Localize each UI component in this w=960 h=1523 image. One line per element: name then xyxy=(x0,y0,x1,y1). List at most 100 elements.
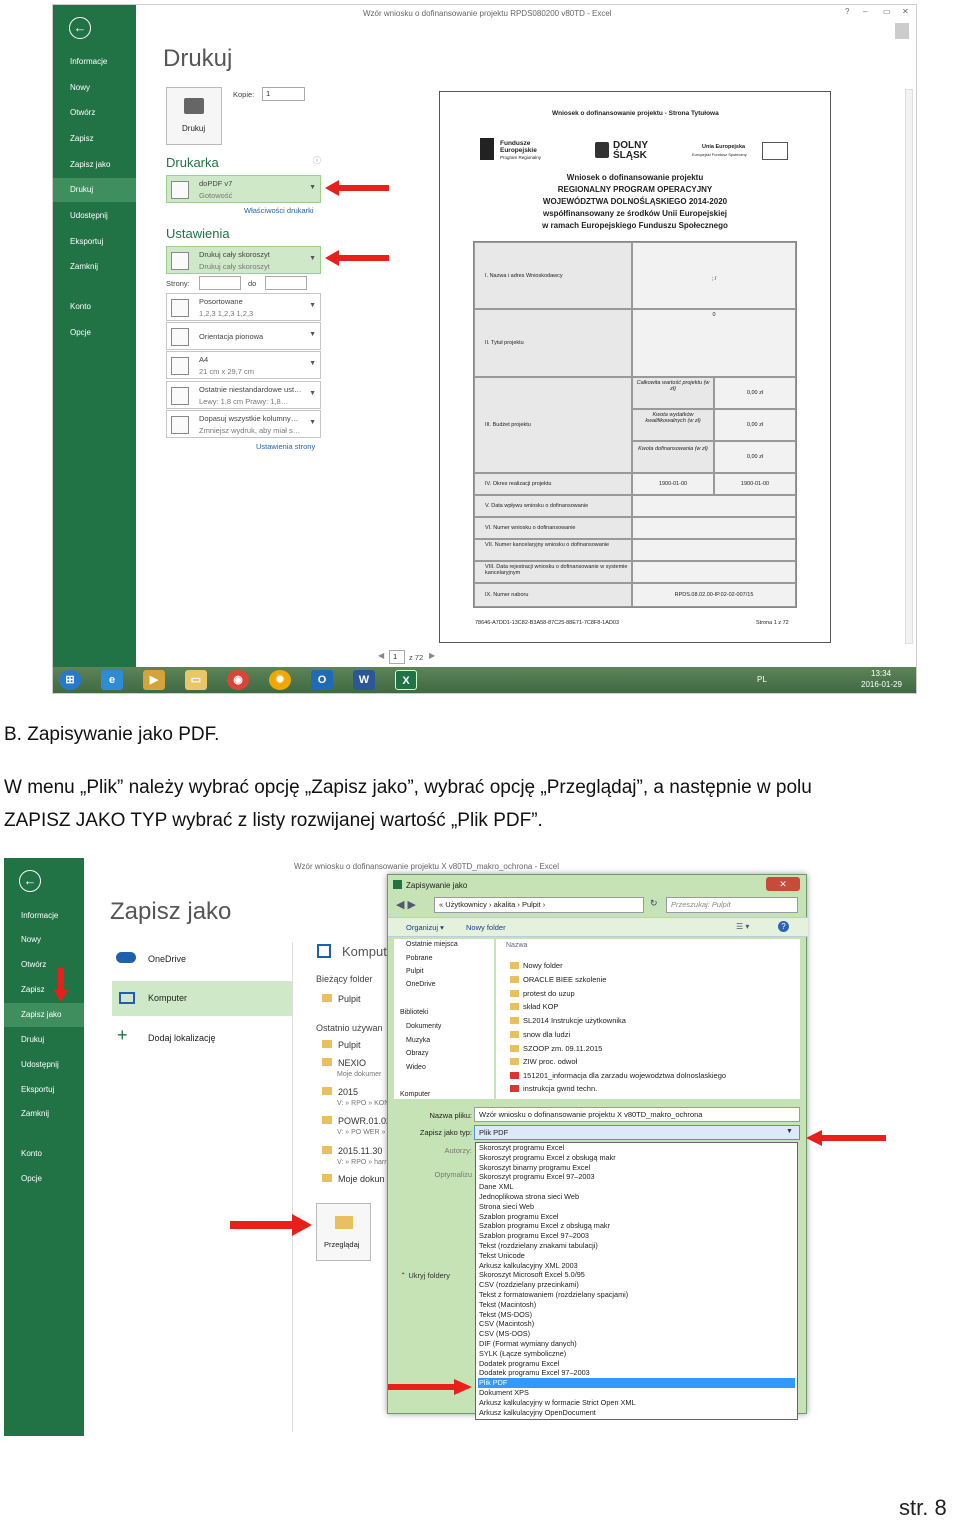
type-option[interactable]: Arkusz kalkulacyjny w formacie Strict Op… xyxy=(478,1398,795,1408)
menu-opcje[interactable]: Opcje xyxy=(53,321,136,345)
menu-opcje[interactable]: Opcje xyxy=(4,1167,84,1191)
user-avatar-icon[interactable] xyxy=(895,23,909,39)
type-option[interactable]: SYLK (Łącze symboliczne) xyxy=(478,1349,795,1359)
menu-drukuj[interactable]: Drukuj xyxy=(53,178,136,202)
outlook-icon[interactable]: O xyxy=(311,670,333,690)
place-add-location[interactable]: + Dodaj lokalizację xyxy=(112,1021,292,1055)
type-option[interactable]: Tekst (MS-DOS) xyxy=(478,1310,795,1320)
chrome-icon[interactable]: ◉ xyxy=(227,670,249,690)
recent-folder[interactable]: POWR.01.02 xyxy=(322,1116,391,1126)
paper-size-dropdown[interactable]: A4 21 cm x 29,7 cm ▼ xyxy=(166,351,321,379)
type-option[interactable]: CSV (MS-DOS) xyxy=(478,1329,795,1339)
type-option[interactable]: Jednoplikowa strona sieci Web xyxy=(478,1192,795,1202)
menu-eksportuj[interactable]: Eksportuj xyxy=(4,1078,84,1102)
menu-konto[interactable]: Konto xyxy=(53,295,136,319)
filename-input[interactable]: Wzór wniosku o dofinansowanie projektu X… xyxy=(474,1107,800,1122)
printer-properties-link[interactable]: Właściwości drukarki xyxy=(244,206,314,215)
type-option-selected[interactable]: Plik PDF xyxy=(478,1378,795,1388)
scaling-dropdown[interactable]: Dopasuj wszystkie kolumny… Zmniejsz wydr… xyxy=(166,410,321,438)
type-option[interactable]: CSV (rozdzielany przecinkami) xyxy=(478,1280,795,1290)
recent-folder[interactable]: Pulpit xyxy=(322,1040,361,1050)
recent-folder[interactable]: NEXIO xyxy=(322,1058,366,1068)
menu-zapisz-jako[interactable]: Zapisz jako xyxy=(53,153,136,177)
nav-item[interactable]: Wideo xyxy=(406,1064,426,1071)
menu-nowy[interactable]: Nowy xyxy=(4,928,84,952)
nav-item[interactable]: Ostatnie miejsca xyxy=(406,941,458,948)
recent-folder[interactable]: 2015.11.30 xyxy=(322,1146,382,1156)
file-item[interactable]: protest do uzup xyxy=(510,989,575,998)
file-item[interactable]: snow dla ludzi xyxy=(510,1030,570,1039)
menu-zapisz[interactable]: Zapisz xyxy=(4,978,84,1002)
type-option[interactable]: Skoroszyt Microsoft Excel 5.0/95 xyxy=(478,1270,795,1280)
type-option[interactable]: Skoroszyt binarny programu Excel xyxy=(478,1163,795,1173)
menu-otworz[interactable]: Otwórz xyxy=(4,953,84,977)
nav-item[interactable]: Komputer xyxy=(400,1091,430,1098)
type-option[interactable]: Skoroszyt programu Excel xyxy=(478,1143,795,1153)
close-icon[interactable]: ✕ xyxy=(766,877,800,891)
nav-item[interactable]: Obrazy xyxy=(406,1050,429,1057)
print-button[interactable]: Drukuj xyxy=(166,87,222,145)
menu-otworz[interactable]: Otwórz xyxy=(53,101,136,125)
explorer-icon[interactable]: ▭ xyxy=(185,670,207,690)
menu-zamknij[interactable]: Zamknij xyxy=(4,1102,84,1126)
menu-eksportuj[interactable]: Eksportuj xyxy=(53,230,136,254)
type-option[interactable]: Arkusz kalkulacyjny XML 2003 xyxy=(478,1261,795,1271)
copies-input[interactable]: 1 xyxy=(262,87,305,101)
type-option[interactable]: Szablon programu Excel z obsługą makr xyxy=(478,1221,795,1231)
menu-zapisz[interactable]: Zapisz xyxy=(53,127,136,151)
back-arrow-icon[interactable]: ← xyxy=(69,17,91,39)
current-folder-item[interactable]: Pulpit xyxy=(322,994,361,1004)
collate-dropdown[interactable]: Posortowane 1,2,3 1,2,3 1,2,3 ▼ xyxy=(166,293,321,321)
file-item[interactable]: skład KOP xyxy=(510,1002,558,1011)
type-option[interactable]: DIF (Format wymiany danych) xyxy=(478,1339,795,1349)
info-icon[interactable]: ⓘ xyxy=(313,155,321,166)
nav-item[interactable]: OneDrive xyxy=(406,981,436,988)
file-item[interactable]: ORACLE BIEE szkolenie xyxy=(510,975,606,984)
printer-dropdown[interactable]: doPDF v7 Gotowość ▼ xyxy=(166,175,321,203)
orientation-dropdown[interactable]: Orientacja pionowa ▼ xyxy=(166,322,321,350)
menu-nowy[interactable]: Nowy xyxy=(53,76,136,100)
media-player-icon[interactable]: ▶ xyxy=(143,670,165,690)
type-option[interactable]: Dane XML xyxy=(478,1182,795,1192)
prev-page-icon[interactable]: ◀ xyxy=(378,651,384,660)
pages-from-input[interactable] xyxy=(199,276,241,290)
type-option[interactable]: Arkusz kalkulacyjny OpenDocument xyxy=(478,1408,795,1418)
column-header-name[interactable]: Nazwa xyxy=(506,942,527,949)
type-option[interactable]: Dodatek programu Excel 97–2003 xyxy=(478,1368,795,1378)
recent-folder[interactable]: Moje dokun xyxy=(322,1174,385,1184)
refresh-icon[interactable]: ↻ xyxy=(650,898,658,909)
file-item[interactable]: Nowy folder xyxy=(510,961,563,970)
start-button-icon[interactable]: ⊞ xyxy=(59,670,81,690)
browse-button[interactable]: Przeglądaj xyxy=(316,1203,371,1261)
recent-folder[interactable]: 2015 xyxy=(322,1087,358,1097)
type-option[interactable]: Tekst (Macintosh) xyxy=(478,1300,795,1310)
type-option[interactable]: Tekst (rozdzielany znakami tabulacji) xyxy=(478,1241,795,1251)
place-onedrive[interactable]: OneDrive xyxy=(112,942,292,976)
file-item[interactable]: SL2014 Instrukcje użytkownika xyxy=(510,1016,626,1025)
excel-icon[interactable]: X xyxy=(395,670,417,690)
restore-button[interactable]: ▭ xyxy=(883,7,891,16)
nav-item[interactable]: Pobrane xyxy=(406,955,432,962)
organize-button[interactable]: Organizuj ▾ xyxy=(406,923,444,932)
nav-back-forward-icon[interactable]: ◀ ▶ xyxy=(396,898,416,911)
nav-item[interactable]: Pulpit xyxy=(406,968,424,975)
type-option[interactable]: Tekst z formatowaniem (rozdzielany spacj… xyxy=(478,1290,795,1300)
view-options-icon[interactable]: ☰ ▾ xyxy=(736,922,749,931)
nav-item[interactable]: Muzyka xyxy=(406,1037,430,1044)
page-number-input[interactable]: 1 xyxy=(389,650,405,664)
type-option[interactable]: Szablon programu Excel 97–2003 xyxy=(478,1231,795,1241)
type-option[interactable]: Dodatek programu Excel xyxy=(478,1359,795,1369)
nav-item[interactable]: Biblioteki xyxy=(400,1009,428,1016)
menu-zamknij[interactable]: Zamknij xyxy=(53,255,136,279)
menu-konto[interactable]: Konto xyxy=(4,1142,84,1166)
word-icon[interactable]: W xyxy=(353,670,375,690)
next-page-icon[interactable]: ▶ xyxy=(429,651,435,660)
file-item[interactable]: 151201_informacja dla zarzadu wojewodztw… xyxy=(510,1071,726,1080)
ie-icon[interactable]: e xyxy=(101,670,123,690)
minimize-button[interactable]: – xyxy=(863,7,867,16)
pages-to-input[interactable] xyxy=(265,276,307,290)
file-item[interactable]: ZIW proc. odwoł xyxy=(510,1057,577,1066)
type-option[interactable]: Dokument XPS xyxy=(478,1388,795,1398)
type-option[interactable]: Tekst Unicode xyxy=(478,1251,795,1261)
menu-informacje[interactable]: Informacje xyxy=(4,904,84,928)
